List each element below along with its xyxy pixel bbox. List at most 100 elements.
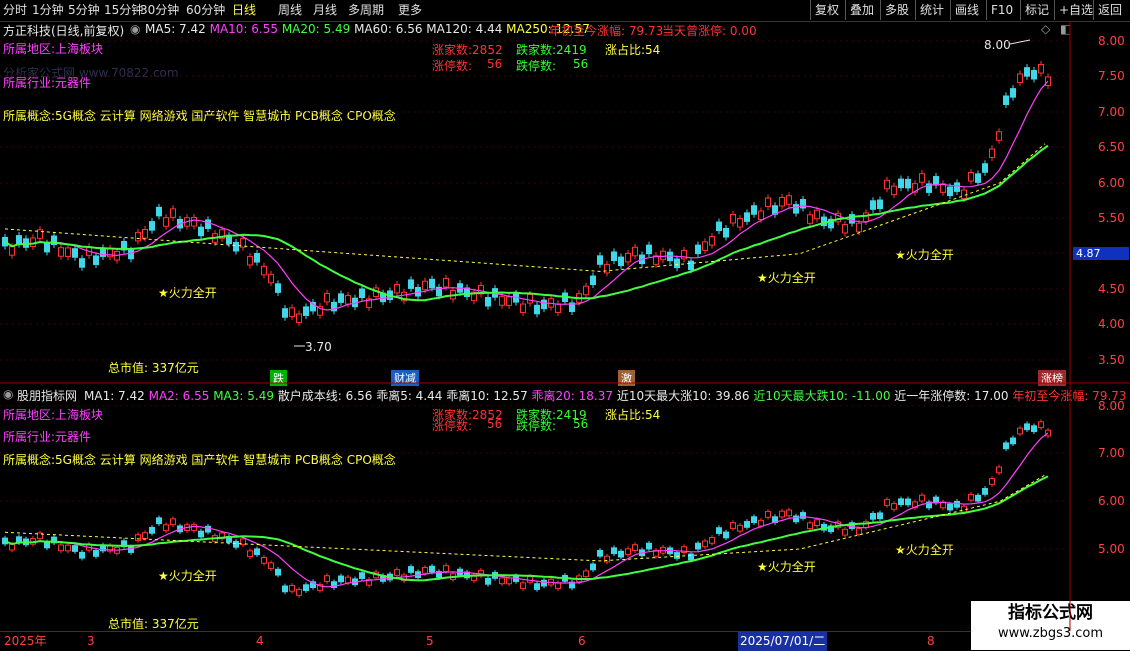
- top-candle: [44, 242, 50, 253]
- top-candle: [394, 283, 400, 294]
- bot-candle: [1038, 421, 1044, 429]
- top-candle: [919, 173, 925, 183]
- top-candle: [1003, 95, 1009, 105]
- bot-candle: [506, 577, 512, 585]
- top-candle: [968, 172, 974, 182]
- top-candle: [765, 197, 771, 208]
- top-candle: [646, 244, 652, 255]
- bot-candle: [1010, 437, 1016, 445]
- top-candle: [247, 255, 253, 266]
- bot-candle: [247, 550, 253, 558]
- top-candle: [1031, 70, 1037, 80]
- bot-candle: [688, 553, 694, 561]
- bot-candle: [128, 546, 134, 553]
- top-candle: [506, 296, 512, 306]
- top-candle: [1038, 64, 1044, 74]
- top-ma20-line: [4, 144, 1049, 302]
- bot-candle: [541, 579, 547, 587]
- top-candle: [975, 173, 981, 183]
- top-candle: [884, 179, 890, 190]
- kline-chart[interactable]: [0, 0, 1130, 650]
- top-candle: [324, 292, 330, 303]
- bot-candle: [135, 534, 141, 541]
- bot-candle: [555, 582, 561, 590]
- bot-candle: [72, 545, 78, 552]
- top-candle: [758, 210, 764, 221]
- bot-candle: [422, 567, 428, 574]
- top-candle: [142, 229, 148, 239]
- top-candle: [534, 304, 540, 315]
- top-candle: [72, 248, 78, 258]
- bot-candle: [198, 530, 204, 538]
- bot-candle: [744, 521, 750, 528]
- bot-candle: [947, 503, 953, 511]
- bot-candle: [597, 549, 603, 557]
- top-candle: [485, 297, 491, 307]
- bot-candle: [485, 577, 491, 585]
- bot-candle: [583, 570, 589, 578]
- bot-candle: [702, 540, 708, 548]
- bot-candle: [779, 510, 785, 518]
- top-candle: [527, 293, 533, 304]
- bot-candle: [58, 544, 64, 552]
- bot-candle: [289, 584, 295, 592]
- bot-candle: [954, 500, 960, 508]
- bot-candle: [394, 569, 400, 576]
- bot-candle: [520, 582, 526, 590]
- top-candle: [856, 222, 862, 233]
- bot-candle: [814, 519, 820, 526]
- bot-candle: [142, 532, 148, 539]
- top-candle: [282, 308, 288, 318]
- top-candle: [891, 185, 897, 196]
- top-candle: [555, 303, 561, 313]
- bot-candle: [709, 536, 715, 544]
- bot-candle: [254, 548, 260, 556]
- bot-candle: [44, 541, 50, 549]
- bot-candle: [968, 493, 974, 501]
- bot-candle: [646, 542, 652, 550]
- top-candle: [1010, 88, 1016, 98]
- bot-candle: [674, 552, 680, 559]
- bot-candle: [324, 575, 330, 582]
- bot-candle: [870, 512, 876, 520]
- bot-candle: [856, 528, 862, 535]
- bot-candle: [156, 517, 162, 525]
- top-candle: [947, 186, 953, 197]
- bot-candle: [527, 575, 533, 583]
- bot-candle: [163, 524, 169, 532]
- bot-candle: [1024, 423, 1030, 431]
- top-candle: [996, 131, 1002, 141]
- top-candle: [905, 178, 911, 189]
- bot-candle: [905, 498, 911, 506]
- bot-candle: [79, 551, 85, 559]
- top-candle: [954, 182, 960, 192]
- bot-candle: [716, 527, 722, 534]
- bot-candle: [233, 540, 239, 548]
- bot-candle: [884, 499, 890, 506]
- top-candle: [520, 303, 526, 314]
- top-candle: [205, 219, 211, 229]
- bot-candle: [275, 568, 281, 576]
- bot-candle: [590, 563, 596, 571]
- top-candle: [65, 247, 71, 257]
- top-candle: [863, 212, 869, 222]
- top-candle: [93, 255, 99, 265]
- top-candle: [198, 226, 204, 237]
- bot-candle: [919, 494, 925, 502]
- bot-candle: [618, 550, 624, 558]
- bot-candle: [891, 503, 897, 510]
- bot-candle: [429, 565, 435, 573]
- bot-candle: [996, 466, 1002, 474]
- top-candle: [870, 200, 876, 210]
- top-candle: [156, 206, 162, 217]
- top-candle: [170, 208, 176, 218]
- bot-candle: [695, 542, 701, 550]
- top-candle: [583, 285, 589, 296]
- top-candle: [296, 313, 302, 323]
- top-candle: [128, 249, 134, 260]
- top-candle: [751, 205, 757, 215]
- top-candle: [16, 235, 22, 245]
- top-candle: [688, 260, 694, 271]
- bot-candle: [632, 544, 638, 551]
- bot-candle: [338, 575, 344, 583]
